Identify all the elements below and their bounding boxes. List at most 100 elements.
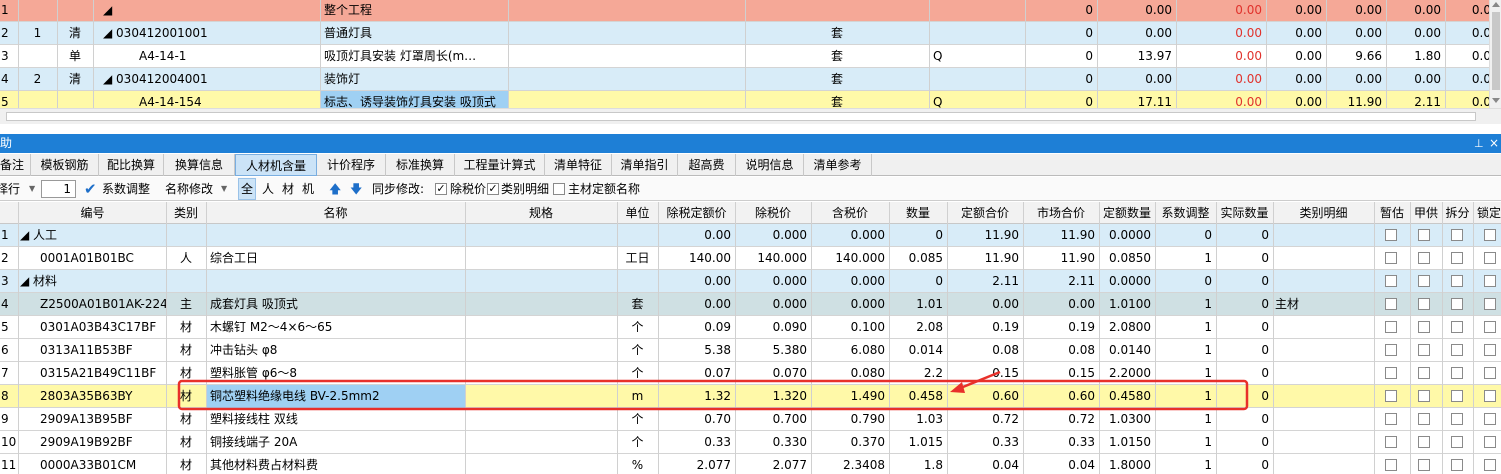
cell-cat[interactable] [166,224,206,247]
provisional-checkbox[interactable] [1385,298,1397,310]
tab-quantity-formula[interactable]: 工程量计算式 [455,154,545,176]
cell-cat[interactable]: 人 [166,247,206,270]
top-cell-seq[interactable] [18,45,57,68]
cell-dq[interactable]: 1.0100 [1099,293,1155,316]
cell-p3[interactable]: 2.3408 [811,454,889,474]
cell-qty[interactable]: 1.015 [889,431,947,454]
cell-a1[interactable]: 0.00 [947,293,1023,316]
cell-code[interactable]: 2909A19B92BF [18,431,166,454]
filter-material[interactable]: 材 [282,177,294,201]
cell-cat[interactable]: 材 [166,316,206,339]
table-row[interactable]: 5 0301A03B43C17BF 材木螺钉 M2～4×6～65 个 0.09 0.090… [0,316,1501,339]
cell-cat[interactable]: 材 [166,339,206,362]
top-cell-type[interactable]: 单 [57,45,93,68]
cell-cat[interactable]: 材 [166,408,206,431]
owner-supply-checkbox[interactable] [1418,390,1430,402]
table-row[interactable]: 9 2909A13B95BF 材塑料接线柱 双线个 0.70 0.700 0.790 1.0… [0,408,1501,431]
top-cell-seq[interactable] [18,0,57,22]
cell-a2[interactable]: 0.60 [1023,385,1099,408]
cell-p3[interactable]: 0.370 [811,431,889,454]
top-cell-q[interactable]: Q [929,91,1025,108]
top-cell-v4[interactable]: 0.00 [1266,45,1326,68]
owner-supply-checkbox[interactable] [1418,413,1430,425]
cell-a2[interactable]: 11.90 [1023,247,1099,270]
table-row[interactable]: 2 0001A01B01BC 人综合工日 工日 140.00 140.000 140.000… [0,247,1501,270]
cell-a2[interactable]: 0.19 [1023,316,1099,339]
cell-code[interactable]: 2909A13B95BF [18,408,166,431]
top-cell-type[interactable] [57,91,93,108]
pin-icon[interactable]: ⊥ [1474,134,1484,153]
cell-name[interactable]: 铜芯塑料绝缘电线 BV-2.5mm2 [206,385,465,408]
col-actual-quantity[interactable]: 实际数量 [1216,202,1273,224]
table-row[interactable]: 4 Z2500A01B01AK-224 主成套灯具 吸顶式套 0.00 0.000 0.0… [0,293,1501,316]
owner-supply-checkbox[interactable] [1418,459,1430,471]
col-spec[interactable]: 规格 [465,202,617,224]
h-scroll-thumb[interactable] [6,112,1476,121]
cell-unit[interactable]: m [617,385,658,408]
cell-unit[interactable] [617,270,658,293]
group-row[interactable]: 3 ◢ 材料 0.00 0.000 0.000 0 2.11 2.11 0.0000 0 0 [0,270,1501,293]
cell-a2[interactable]: 2.11 [1023,270,1099,293]
cell-act[interactable]: 0 [1216,431,1273,454]
top-cell-q[interactable] [929,0,1025,22]
split-checkbox[interactable] [1451,344,1463,356]
top-cell-name[interactable]: 装饰灯 [320,68,508,91]
cell-qty[interactable]: 2.2 [889,362,947,385]
cell-unit[interactable]: 个 [617,339,658,362]
cell-p3[interactable]: 0.000 [811,270,889,293]
cell-detail[interactable] [1273,339,1374,362]
split-checkbox[interactable] [1451,413,1463,425]
cell-a1[interactable]: 0.19 [947,316,1023,339]
filter-machine[interactable]: 机 [302,177,314,201]
top-cell-v5[interactable]: 9.66 [1326,45,1386,68]
cell-p2[interactable]: 1.320 [735,385,811,408]
top-cell-unit[interactable]: 套 [745,22,929,45]
lock-checkbox[interactable] [1484,321,1496,333]
cell-detail[interactable] [1273,270,1374,293]
owner-supply-checkbox[interactable] [1418,321,1430,333]
category-detail-checkbox[interactable]: ✓ [487,183,499,195]
top-cell-type[interactable]: 清 [57,22,93,45]
cell-a1[interactable]: 11.90 [947,247,1023,270]
cell-unit[interactable]: 个 [617,431,658,454]
cell-code[interactable]: ◢ 材料 [18,270,166,293]
top-cell-name[interactable]: 标志、诱导装饰灯具安装 吸顶式 [320,91,508,108]
cell-p2[interactable]: 0.000 [735,270,811,293]
cell-detail[interactable] [1273,385,1374,408]
cell-a2[interactable]: 0.72 [1023,408,1099,431]
cell-p2[interactable]: 0.090 [735,316,811,339]
cell-unit[interactable]: 工日 [617,247,658,270]
split-checkbox[interactable] [1451,298,1463,310]
cell-p1[interactable]: 0.70 [658,408,735,431]
top-cell-v2[interactable]: 13.97 [1097,45,1176,68]
cell-p3[interactable]: 140.000 [811,247,889,270]
tab-pricing-program[interactable]: 计价程序 [317,154,386,176]
cell-a2[interactable]: 11.90 [1023,224,1099,247]
owner-supply-checkbox[interactable] [1418,344,1430,356]
col-code[interactable]: 编号 [19,202,166,224]
lock-checkbox[interactable] [1484,298,1496,310]
cell-unit[interactable]: 个 [617,362,658,385]
top-cell-unit[interactable] [745,0,929,22]
top-cell-code[interactable]: A4-14-1 [93,45,320,68]
top-vertical-scrollbar[interactable] [1489,0,1501,108]
cell-qty[interactable]: 1.01 [889,293,947,316]
cell-coef[interactable]: 1 [1155,362,1216,385]
cell-coef[interactable]: 1 [1155,339,1216,362]
cell-act[interactable]: 0 [1216,362,1273,385]
top-cell-unit[interactable]: 套 [745,68,929,91]
top-cell-v5[interactable]: 0.00 [1326,68,1386,91]
top-cell-q[interactable]: Q [929,45,1025,68]
split-checkbox[interactable] [1451,321,1463,333]
col-market-total[interactable]: 市场合价 [1023,202,1099,224]
move-down-icon[interactable]: 🡇 [350,177,362,201]
cell-unit[interactable] [617,224,658,247]
top-cell-v7[interactable]: 0.0 [1445,22,1489,45]
owner-supply-checkbox[interactable] [1418,229,1430,241]
close-icon[interactable]: × [1489,134,1499,153]
owner-supply-checkbox[interactable] [1418,275,1430,287]
col-provisional[interactable]: 暂估 [1374,202,1410,224]
cell-p3[interactable]: 1.490 [811,385,889,408]
provisional-checkbox[interactable] [1385,229,1397,241]
cell-p3[interactable]: 0.080 [811,362,889,385]
